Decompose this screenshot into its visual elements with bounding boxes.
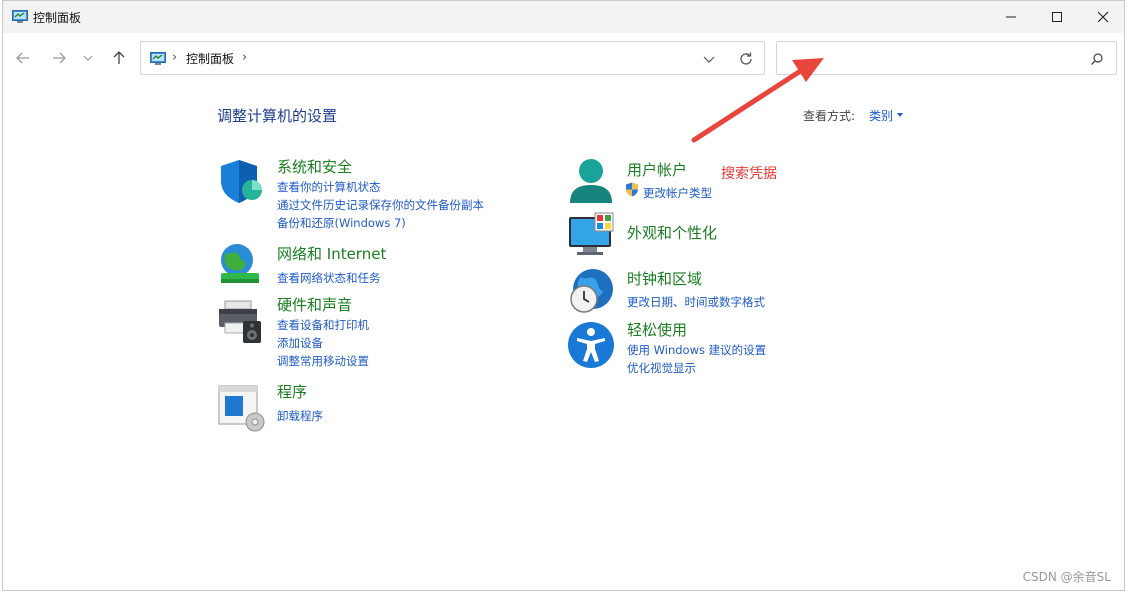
category-link[interactable]: 更改帐户类型 bbox=[643, 185, 712, 201]
forward-button[interactable] bbox=[46, 45, 72, 71]
category-title[interactable]: 轻松使用 bbox=[627, 319, 687, 340]
page-title: 调整计算机的设置 bbox=[217, 107, 338, 125]
category-link[interactable]: 添加设备 bbox=[277, 335, 323, 351]
control-panel-icon bbox=[12, 10, 28, 23]
navigation-bar: › 控制面板 › bbox=[3, 33, 1124, 83]
category-link[interactable]: 使用 Windows 建议的设置 bbox=[627, 342, 766, 358]
category-link[interactable]: 备份和还原(Windows 7) bbox=[277, 215, 406, 231]
view-by-caret-icon[interactable] bbox=[897, 113, 903, 117]
watermark: CSDN @余音SL bbox=[1022, 570, 1111, 584]
programs-icon[interactable] bbox=[217, 384, 265, 432]
category-title[interactable]: 时钟和区域 bbox=[627, 268, 702, 289]
category-title[interactable]: 程序 bbox=[277, 381, 307, 402]
uac-shield-icon bbox=[626, 182, 638, 197]
category-link[interactable]: 更改日期、时间或数字格式 bbox=[627, 294, 765, 310]
back-button[interactable] bbox=[10, 45, 36, 71]
window-title: 控制面板 bbox=[33, 11, 82, 25]
search-input[interactable] bbox=[785, 48, 1079, 70]
category-title[interactable]: 用户帐户 bbox=[627, 159, 687, 180]
address-history-chevron-icon[interactable] bbox=[701, 51, 717, 67]
category-link[interactable]: 优化视觉显示 bbox=[627, 360, 696, 376]
category-link[interactable]: 查看设备和打印机 bbox=[277, 317, 369, 333]
forward-arrow-icon bbox=[53, 52, 66, 64]
recent-locations-button[interactable] bbox=[78, 45, 98, 71]
breadcrumb-control-panel[interactable]: 控制面板 bbox=[186, 50, 234, 67]
category-title[interactable]: 系统和安全 bbox=[277, 156, 352, 177]
chevron-down-icon bbox=[83, 55, 93, 61]
title-bar: 控制面板 bbox=[3, 1, 1124, 33]
view-by-label: 查看方式: bbox=[803, 109, 856, 123]
shield-icon[interactable] bbox=[217, 157, 265, 205]
category-link[interactable]: 通过文件历史记录保存你的文件备份副本 bbox=[277, 197, 484, 213]
back-arrow-icon bbox=[16, 52, 29, 64]
search-box[interactable] bbox=[776, 41, 1117, 75]
minimize-icon bbox=[1006, 16, 1016, 18]
up-button[interactable] bbox=[106, 45, 132, 71]
control-panel-icon bbox=[150, 52, 166, 65]
category-title[interactable]: 硬件和声音 bbox=[277, 294, 352, 315]
category-link[interactable]: 卸载程序 bbox=[277, 408, 323, 424]
clock-globe-icon[interactable] bbox=[567, 267, 615, 315]
breadcrumb-separator[interactable]: › bbox=[172, 50, 177, 65]
breadcrumb-separator[interactable]: › bbox=[242, 50, 247, 65]
monitor-palette-icon[interactable] bbox=[567, 211, 615, 259]
refresh-icon[interactable] bbox=[737, 50, 755, 68]
view-by-dropdown[interactable]: 类别 bbox=[869, 107, 893, 124]
category-title[interactable]: 网络和 Internet bbox=[277, 243, 386, 264]
close-icon bbox=[1097, 11, 1109, 23]
search-icon[interactable] bbox=[1090, 52, 1104, 66]
category-link[interactable]: 查看你的计算机状态 bbox=[277, 179, 381, 195]
annotation-text: 搜索凭据 bbox=[721, 166, 777, 182]
user-icon[interactable] bbox=[567, 157, 615, 205]
control-panel-window: 控制面板 › 控制面板 › 调整计算机的设置 查看方式: 类别 系统和安全 查看… bbox=[2, 0, 1125, 591]
address-bar[interactable]: › 控制面板 › bbox=[140, 41, 765, 75]
minimize-button[interactable] bbox=[988, 1, 1034, 33]
up-arrow-icon bbox=[113, 51, 125, 64]
globe-network-icon[interactable] bbox=[217, 241, 265, 289]
category-link[interactable]: 调整常用移动设置 bbox=[277, 353, 369, 369]
maximize-icon bbox=[1052, 12, 1062, 22]
category-link[interactable]: 查看网络状态和任务 bbox=[277, 270, 381, 286]
accessibility-icon[interactable] bbox=[567, 321, 615, 369]
close-button[interactable] bbox=[1080, 1, 1124, 33]
printer-speaker-icon[interactable] bbox=[217, 297, 265, 345]
maximize-button[interactable] bbox=[1034, 1, 1080, 33]
category-title[interactable]: 外观和个性化 bbox=[627, 222, 717, 243]
